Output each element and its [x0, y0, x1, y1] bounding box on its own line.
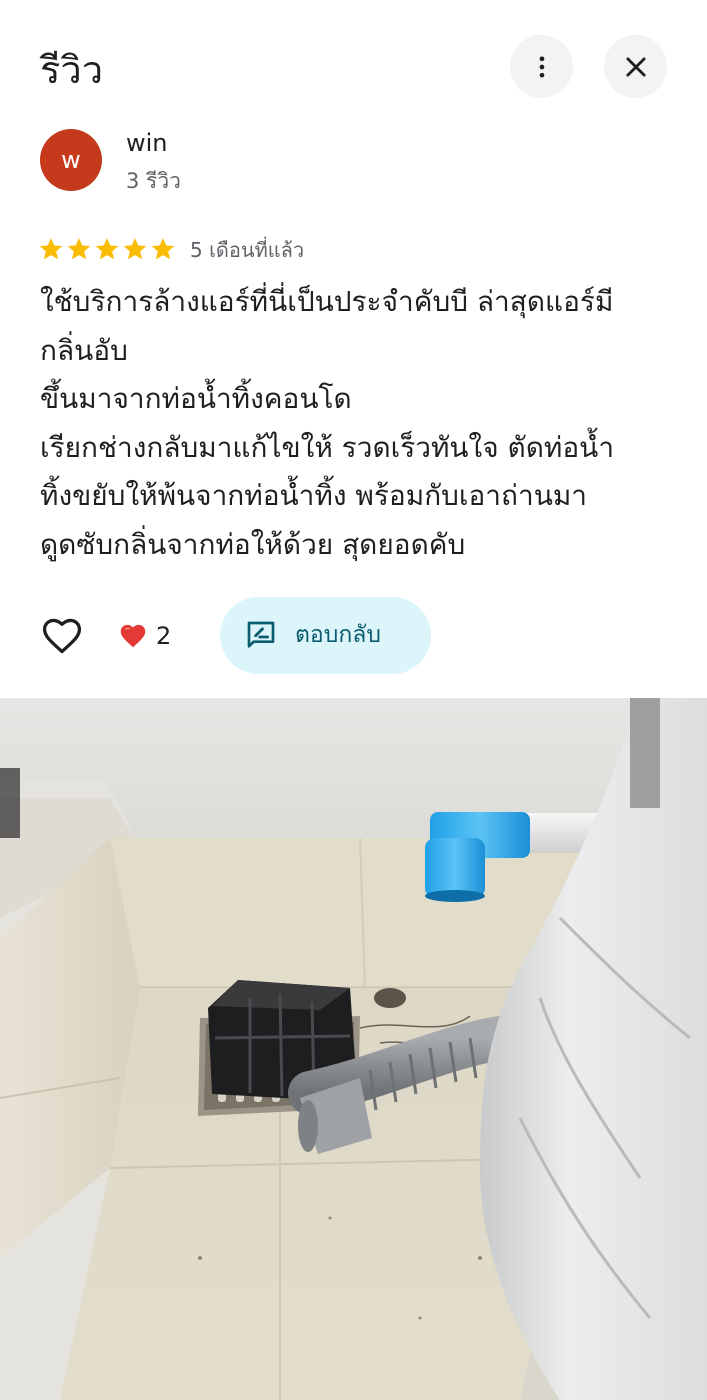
close-button[interactable] [604, 35, 667, 98]
more-options-button[interactable] [510, 35, 573, 98]
review-page: รีวิว w win 3 รีวิว 5 เดือนที่แล้ว ใช้บร… [0, 0, 707, 1400]
avatar[interactable]: w [40, 129, 102, 191]
close-icon [625, 56, 646, 77]
heart-outline-icon [42, 618, 82, 654]
review-text-line: ทิ้งขยับให้พ้นจากท่อน้ำทิ้ง พร้อมกับเอาถ… [40, 479, 588, 512]
review-time: 5 เดือนที่แล้ว [190, 238, 305, 262]
review-text-line: ขึ้นมาจากท่อน้ำทิ้งคอนโด [40, 382, 352, 415]
reviewer-review-count: 3 รีวิว [126, 169, 181, 193]
review-photo[interactable] [0, 698, 707, 1400]
like-button[interactable] [40, 614, 84, 658]
review-photo-illustration [0, 698, 707, 1400]
star-icon [151, 237, 175, 260]
like-count: 2 [156, 622, 172, 650]
reviewer-name[interactable]: win [126, 126, 168, 160]
reaction-summary: 2 [118, 618, 171, 654]
header: รีวิว [0, 0, 707, 120]
reply-label: ตอบกลับ [295, 622, 381, 648]
red-heart-icon [120, 624, 146, 648]
star-icon [123, 237, 147, 260]
star-icon [67, 237, 91, 260]
review-text: ใช้บริการล้างแอร์ที่นี่เป็นประจำคับบี ล่… [40, 278, 680, 569]
star-rating [38, 236, 176, 262]
star-icon [95, 237, 119, 260]
rate-review-icon [247, 621, 275, 648]
review-text-line: เรียกช่างกลับมาแก้ไขให้ รวดเร็วทันใจ ตัด… [40, 430, 615, 464]
review-text-line: ดูดซับกลิ่นจากท่อให้ด้วย สุดยอดคับ [40, 527, 466, 561]
reply-button[interactable]: ตอบกลับ [220, 597, 431, 674]
more-vert-icon [539, 56, 544, 77]
page-title: รีวิว [40, 48, 104, 92]
star-icon [39, 237, 63, 260]
review-text-line: กลิ่นอับ [40, 333, 128, 367]
review-text-line: ใช้บริการล้างแอร์ที่นี่เป็นประจำคับบี ล่… [40, 285, 614, 318]
